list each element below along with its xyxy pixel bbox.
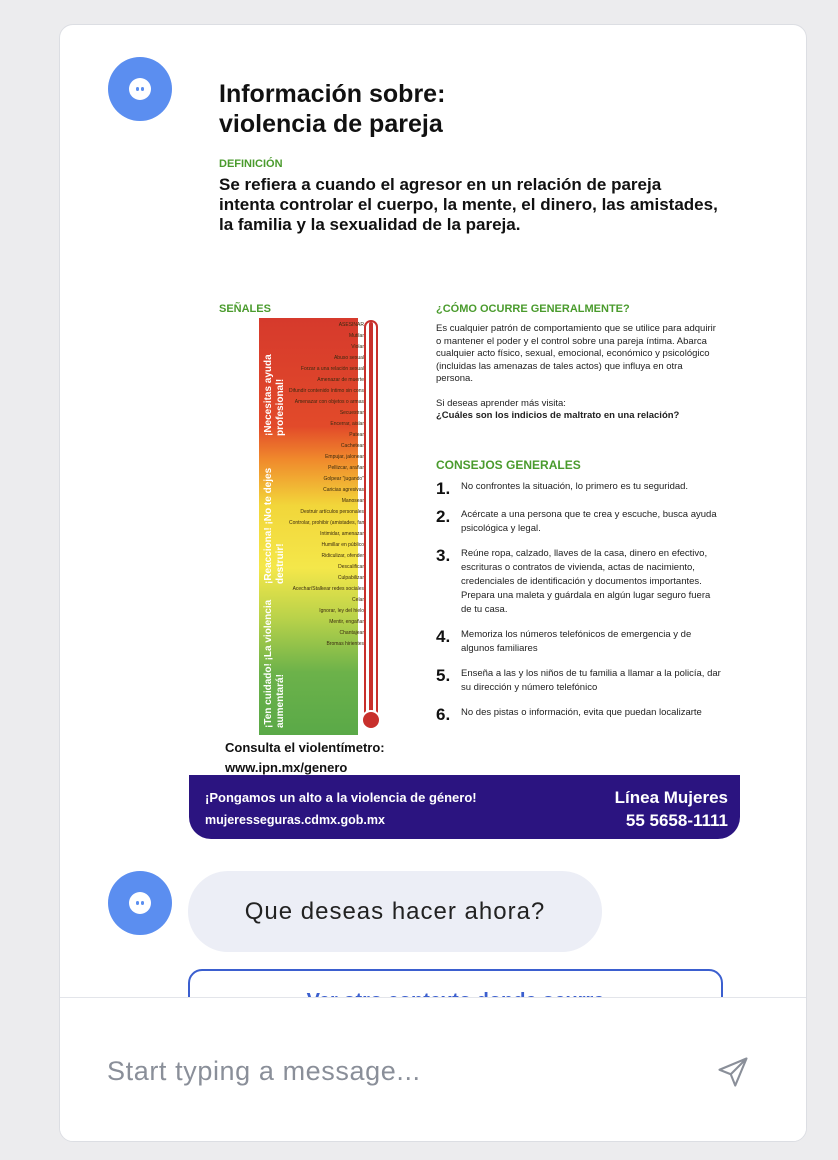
meter-level: Culpabilizar	[337, 575, 364, 581]
definition-heading: DEFINICIÓN	[219, 158, 283, 170]
tips-list: 1. No confrontes la situación, lo primero…	[436, 480, 721, 734]
tip-item: 4. Memoriza los números telefónicos de em…	[436, 628, 721, 656]
meter-level: Mutilar	[348, 333, 364, 339]
tip-item: 5. Enseña a las y los niños de tu familia…	[436, 667, 721, 695]
meter-level: Difundir contenido íntimo sin consentimi…	[289, 388, 364, 394]
flyer-banner: ¡Pongamos un alto a la violencia de géne…	[189, 775, 740, 839]
thermometer-bulb	[361, 710, 381, 730]
meter-level: Amenazar de muerte	[317, 377, 364, 383]
paper-plane-icon	[718, 1057, 748, 1087]
meter-level: Abuso sexual	[333, 355, 364, 361]
info-flyer-image[interactable]: Información sobre: violencia de pareja D…	[189, 55, 740, 839]
tip-item: 1. No confrontes la situación, lo primero…	[436, 480, 721, 497]
thermometer	[364, 320, 378, 720]
meter-level: Ridiculizar, ofender	[321, 553, 364, 559]
tip-text: No confrontes la situación, lo primero e…	[461, 481, 689, 492]
meter-level: Patear	[349, 432, 364, 438]
bot-avatar	[108, 57, 172, 121]
meter-zone-red: ¡Necesitas ayuda profesional!	[263, 354, 286, 436]
meter-zone-green: ¡Ten cuidado! ¡La violencia aumentará!	[263, 599, 286, 728]
flyer-title-line2: violencia de pareja	[219, 110, 443, 138]
meter-level: Empujar, jalonear	[325, 454, 364, 460]
tip-number: 4.	[436, 627, 451, 646]
consejos-heading: CONSEJOS GENERALES	[436, 458, 581, 472]
meter-level: Encerrar, aislar	[330, 421, 364, 427]
banner-phone: 55 5658-1111	[625, 811, 728, 830]
meter-level: Descalificar	[338, 564, 364, 570]
como-heading: ¿CÓMO OCURRE GENERALMENTE?	[436, 303, 630, 315]
meter-level: Controlar, prohibir (amistades, familiar…	[289, 520, 364, 526]
bot-message-bubble: Que deseas hacer ahora?	[188, 871, 602, 952]
chat-window: Información sobre: violencia de pareja D…	[59, 24, 807, 1142]
message-input[interactable]	[107, 1046, 667, 1096]
meter-level: Humillar en público	[321, 542, 364, 548]
como-more-label: Si deseas aprender más visita:	[436, 397, 566, 409]
meter-level: Secuestrar	[339, 410, 364, 416]
meter-level: Ignorar, ley del hielo	[319, 608, 364, 614]
meter-level: Violar	[351, 344, 364, 350]
meter-level: Manosear	[341, 498, 364, 504]
banner-url: mujeresseguras.cdmx.gob.mx	[205, 813, 385, 827]
meter-level: Chantajear	[339, 630, 364, 636]
meter-level: Caricias agresivas	[323, 487, 364, 493]
thermometer-fill	[369, 322, 373, 718]
tip-number: 1.	[436, 479, 451, 498]
bot-avatar	[108, 871, 172, 935]
como-section: Es cualquier patrón de comportamiento qu…	[436, 323, 721, 423]
tip-item: 3. Reúne ropa, calzado, llaves de la casa…	[436, 547, 721, 617]
tip-text: Reúne ropa, calzado, llaves de la casa, …	[461, 548, 711, 615]
meter-level: Mentir, engañar	[329, 619, 364, 625]
banner-line-label: Línea Mujeres	[614, 788, 728, 807]
meter-level: Celar	[352, 597, 364, 603]
meter-level: Intimidar, amenazar	[320, 531, 364, 537]
tip-number: 3.	[436, 546, 451, 565]
meter-levels: ASESINAR Mutilar Violar Abuso sexual Forzar …	[289, 320, 364, 650]
tip-text: Acércate a una persona que te crea y esc…	[461, 509, 717, 534]
tip-number: 2.	[436, 507, 451, 526]
meter-level: Cachetear	[340, 443, 364, 449]
flyer-title-line1: Información sobre:	[219, 80, 446, 108]
send-button[interactable]	[715, 1054, 751, 1090]
tip-item: 6. No des pistas o información, evita que…	[436, 706, 721, 723]
meter-level: Golpear "jugando"	[323, 476, 364, 482]
meter-level: ASESINAR	[338, 322, 364, 328]
signals-heading: SEÑALES	[219, 303, 271, 315]
consulta-text: Consulta el violentímetro: www.ipn.mx/ge…	[225, 738, 385, 778]
meter-level: Bromas hirientes	[326, 641, 364, 647]
tip-number: 5.	[436, 666, 451, 685]
meter-level: Forzar a una relación sexual	[300, 366, 364, 372]
como-text: Es cualquier patrón de comportamiento qu…	[436, 323, 716, 384]
message-list[interactable]: Información sobre: violencia de pareja D…	[60, 25, 806, 997]
meter-level: Destruir artículos personales	[300, 509, 364, 515]
consulta-line1: Consulta el violentímetro:	[225, 740, 385, 755]
tip-text: Enseña a las y los niños de tu familia a…	[461, 668, 721, 693]
meter-level: Acechar/Stalkear redes sociales	[292, 586, 364, 592]
message-composer	[60, 997, 806, 1141]
flyer-title: Información sobre: violencia de pareja	[219, 79, 619, 139]
tip-number: 6.	[436, 705, 451, 724]
como-link: ¿Cuáles son los indicios de maltrato en …	[436, 410, 680, 421]
banner-slogan: ¡Pongamos un alto a la violencia de géne…	[205, 790, 477, 805]
bot-face-icon	[129, 78, 151, 100]
meter-zone-yellow: ¡Reacciona! ¡No te dejes destruir!	[263, 467, 286, 584]
tip-text: No des pistas o información, evita que p…	[461, 707, 702, 718]
meter-level: Amenazar con objetos o armas	[294, 399, 364, 405]
option-button-other-context[interactable]: Ver otro contexto donde ocurre	[188, 969, 723, 997]
bot-face-icon	[129, 892, 151, 914]
tip-item: 2. Acércate a una persona que te crea y e…	[436, 508, 721, 536]
definition-text: Se refiera a cuando el agresor en un rel…	[219, 175, 718, 234]
tip-text: Memoriza los números telefónicos de emer…	[461, 629, 692, 654]
meter-level: Pellizcar, arañar	[328, 465, 364, 471]
